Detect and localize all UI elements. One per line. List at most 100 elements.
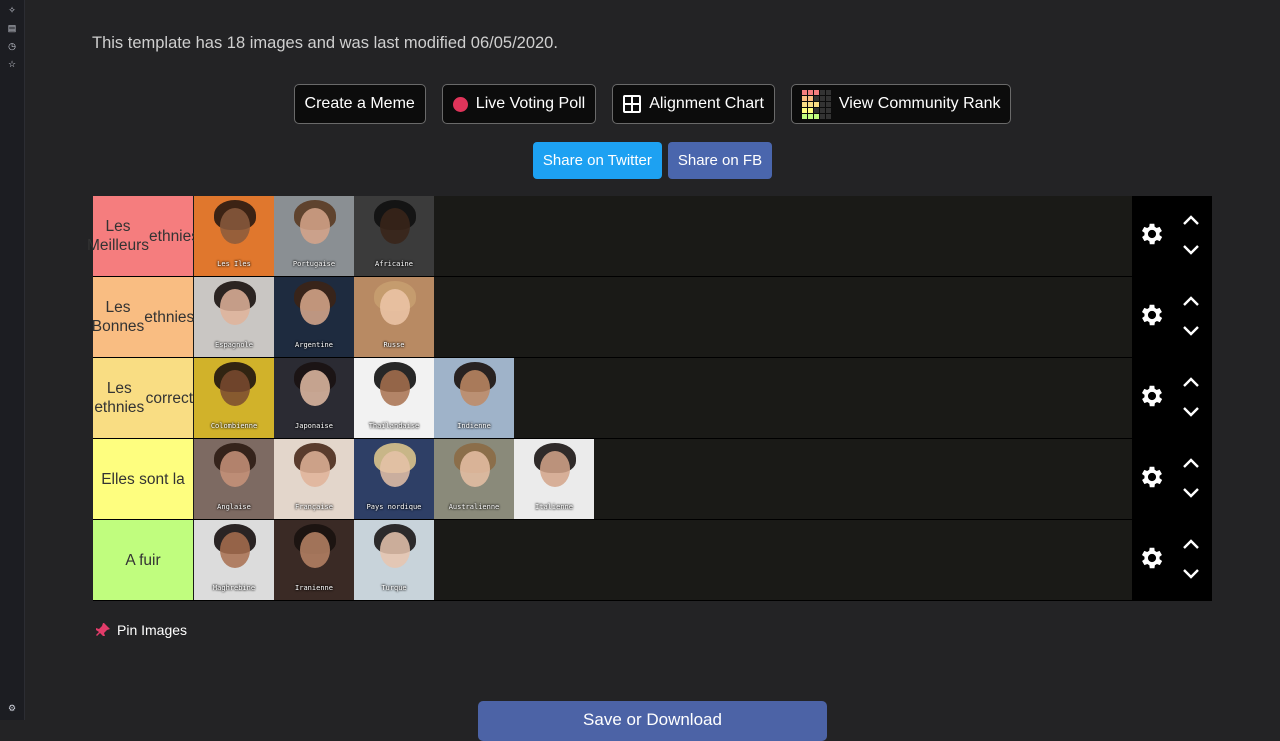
tier-label-text: ethnies: [149, 227, 199, 245]
image-caption: Thaïlandaise: [368, 422, 420, 430]
tier-label[interactable]: Les Meilleurs ethnies: [87, 196, 199, 276]
tier-image[interactable]: Russe: [354, 277, 434, 357]
tier-controls: [1132, 439, 1212, 519]
image-caption: Russe: [383, 341, 405, 349]
portrait-face: [380, 451, 410, 487]
tier-row: Les ethnies correct Colombienne Japonaise Th…: [93, 358, 1212, 438]
tier-image[interactable]: Indienne: [434, 358, 514, 438]
clock-icon[interactable]: ◷: [6, 40, 18, 52]
tier-items: Maghrebine Iranienne Turque: [194, 520, 434, 600]
live-voting-poll-button[interactable]: Live Voting Poll: [441, 84, 597, 124]
tier-items: Les Iles Portugaise Africaine: [194, 196, 434, 276]
chevron-down-icon[interactable]: [1182, 406, 1200, 418]
tier-row: A fuir Maghrebine Iranienne Turque: [93, 520, 1212, 600]
tier-controls: [1132, 196, 1212, 276]
create-meme-button[interactable]: Create a Meme: [293, 84, 426, 124]
tier-label-text: correct: [145, 389, 193, 407]
tier-label[interactable]: Les ethnies correct: [93, 358, 193, 438]
portrait-face: [300, 208, 330, 244]
gear-icon[interactable]: [1138, 220, 1166, 248]
image-caption: Australienne: [448, 503, 500, 511]
image-caption: Les Iles: [217, 260, 251, 268]
chevron-down-icon[interactable]: [1182, 568, 1200, 580]
alignment-chart-button[interactable]: Alignment Chart: [612, 84, 775, 124]
tier-label[interactable]: A fuir: [93, 520, 193, 600]
settings-icon[interactable]: ⚙: [6, 702, 18, 714]
tier-image[interactable]: Espagnole: [194, 277, 274, 357]
tier-image[interactable]: Pays nordique: [354, 439, 434, 519]
create-meme-label: Create a Meme: [304, 95, 415, 112]
tier-image[interactable]: Thaïlandaise: [354, 358, 434, 438]
tier-controls: [1132, 358, 1212, 438]
image-caption: Italienne: [535, 503, 573, 511]
tier-label[interactable]: Les Bonnes ethnies: [92, 277, 195, 357]
portrait-face: [220, 370, 250, 406]
image-caption: Française: [295, 503, 333, 511]
portrait-face: [460, 370, 490, 406]
portrait-face: [380, 532, 410, 568]
chevron-down-icon[interactable]: [1182, 325, 1200, 337]
save-icon[interactable]: ▤: [6, 22, 18, 34]
portrait-face: [380, 289, 410, 325]
image-caption: Argentine: [295, 341, 333, 349]
tier-image[interactable]: Australienne: [434, 439, 514, 519]
tier-label-text: A fuir: [125, 551, 161, 569]
gear-icon[interactable]: [1138, 382, 1166, 410]
tier-label-text: Les Meilleurs: [87, 218, 150, 254]
live-voting-poll-label: Live Voting Poll: [475, 95, 586, 112]
portrait-face: [300, 289, 330, 325]
chevron-up-icon[interactable]: [1182, 295, 1200, 307]
portrait-face: [220, 451, 250, 487]
share-twitter-button[interactable]: Share on Twitter: [532, 142, 662, 179]
record-dot-icon: [452, 96, 468, 112]
portrait-face: [540, 451, 570, 487]
share-facebook-button[interactable]: Share on FB: [667, 142, 773, 179]
tier-label-text: Elles sont la: [101, 470, 185, 488]
pin-images-toggle[interactable]: Pin Images: [95, 622, 187, 638]
tier-row: Elles sont la Anglaise Française Pays nordi…: [93, 439, 1212, 519]
tier-image[interactable]: Italienne: [514, 439, 594, 519]
tier-image[interactable]: Française: [274, 439, 354, 519]
chevron-up-icon[interactable]: [1182, 457, 1200, 469]
tier-image[interactable]: Portugaise: [274, 196, 354, 276]
tier-image[interactable]: Maghrebine: [194, 520, 274, 600]
image-caption: Colombienne: [210, 422, 258, 430]
tier-image[interactable]: Colombienne: [194, 358, 274, 438]
tier-image[interactable]: Anglaise: [194, 439, 274, 519]
tier-image[interactable]: Turque: [354, 520, 434, 600]
tier-image[interactable]: Africaine: [354, 196, 434, 276]
chevron-up-icon[interactable]: [1182, 376, 1200, 388]
chevron-up-icon[interactable]: [1182, 538, 1200, 550]
chevron-up-icon[interactable]: [1182, 214, 1200, 226]
tier-controls: [1132, 277, 1212, 357]
image-caption: Japonaise: [295, 422, 333, 430]
portrait-face: [380, 208, 410, 244]
save-or-download-button[interactable]: Save or Download: [478, 701, 827, 741]
tier-row: Les Bonnes ethnies Espagnole Argentine Russe: [92, 277, 1212, 357]
chevron-down-icon[interactable]: [1182, 487, 1200, 499]
portrait-face: [380, 370, 410, 406]
tier-label[interactable]: Elles sont la: [93, 439, 193, 519]
image-caption: Turque: [381, 584, 407, 592]
image-caption: Espagnole: [215, 341, 253, 349]
tier-items: Espagnole Argentine Russe: [194, 277, 434, 357]
portrait-face: [220, 208, 250, 244]
tier-image[interactable]: Les Iles: [194, 196, 274, 276]
gear-icon[interactable]: [1138, 544, 1166, 572]
gear-icon[interactable]: [1138, 463, 1166, 491]
view-community-rank-button[interactable]: View Community Rank: [790, 84, 1012, 124]
tier-row: Les Meilleurs ethnies Les Iles Portugaise Af…: [87, 196, 1212, 276]
star-icon[interactable]: ☆: [6, 58, 18, 70]
sparkle-icon[interactable]: ✧: [6, 4, 18, 16]
tier-image[interactable]: Iranienne: [274, 520, 354, 600]
tier-image[interactable]: Japonaise: [274, 358, 354, 438]
portrait-face: [300, 451, 330, 487]
alignment-chart-label: Alignment Chart: [649, 95, 764, 112]
grid-icon: [623, 95, 642, 113]
image-caption: Maghrebine: [212, 584, 256, 592]
chevron-down-icon[interactable]: [1182, 244, 1200, 256]
tier-image[interactable]: Argentine: [274, 277, 354, 357]
tier-label-text: ethnies: [144, 308, 195, 326]
gear-icon[interactable]: [1138, 301, 1166, 329]
pin-images-label: Pin Images: [117, 622, 188, 638]
